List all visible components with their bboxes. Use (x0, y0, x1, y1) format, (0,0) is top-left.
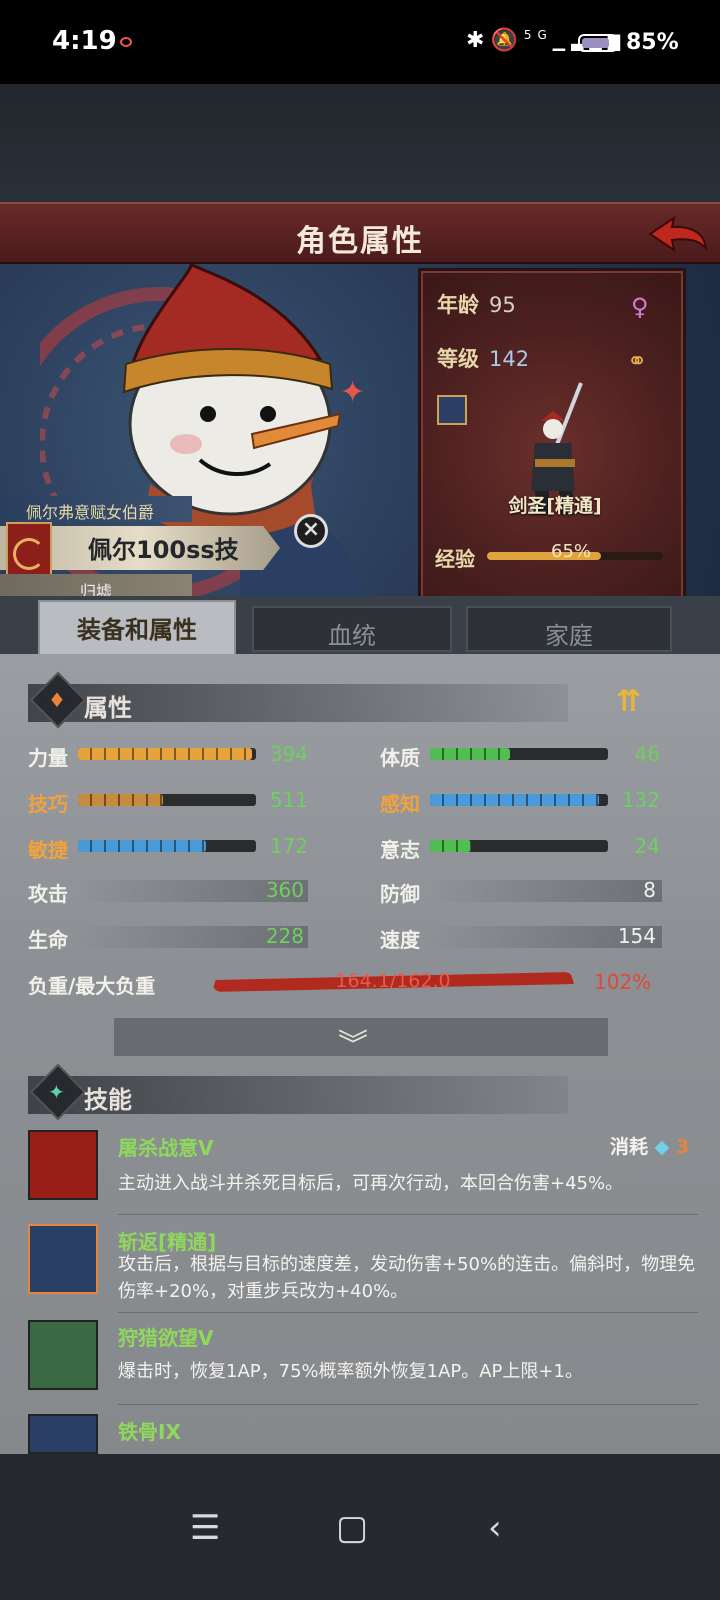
stat-bar (430, 748, 608, 760)
stat-label: 速度 (380, 928, 420, 952)
skill-name[interactable]: 铁骨IX (118, 1416, 181, 1445)
stat-value: 511 (269, 788, 308, 812)
skill-icon-ironbone[interactable] (28, 1414, 98, 1454)
divider (118, 1404, 698, 1405)
stat-value: 172 (269, 834, 308, 858)
stat-label: 体质 (380, 746, 420, 770)
stat-label: 攻击 (28, 882, 68, 906)
stat-value: 132 (621, 788, 660, 812)
stat-value: 394 (269, 742, 308, 766)
level-row: 等级 142 (437, 343, 529, 373)
divider (118, 1312, 698, 1313)
notification-icon (120, 37, 132, 47)
female-icon: ♀ (631, 293, 649, 321)
stat-bar (78, 748, 256, 760)
stat-bar-fill (78, 840, 207, 852)
skill-desc: 爆击时，恢复1AP，75%概率额外恢复1AP。AP上限+1。 (118, 1361, 583, 1382)
network-label: 5G (523, 28, 553, 42)
sword-skill-icon[interactable] (437, 395, 467, 425)
clock: 4:19 (52, 26, 117, 56)
skill-desc: 主动进入战斗并杀死目标后，可再次行动，本回合伤害+45%。 (118, 1173, 624, 1194)
mute-icon: 🔕 (490, 28, 524, 53)
stat-bar-fill (430, 840, 471, 852)
age-label: 年龄 (437, 293, 479, 317)
exp-label: 经验 (435, 547, 475, 571)
stat-bar (430, 794, 608, 806)
stat-bar-fill (78, 794, 164, 806)
character-name[interactable]: 佩尔100ss技 (88, 530, 239, 565)
stat-value: 360 (265, 878, 304, 902)
battery-fill (582, 38, 610, 48)
svg-text:✦: ✦ (340, 375, 365, 410)
back-arrow-icon[interactable] (646, 214, 708, 256)
status-bar: 4:19 ✱🔕5G▁▃▅▇ 85% (0, 0, 720, 84)
level-label: 等级 (437, 347, 479, 371)
cost-label: 消耗 (610, 1136, 649, 1158)
stat-bar-fill (430, 794, 600, 806)
attributes-header: ♦ 属性 (28, 671, 568, 729)
stat-label: 技巧 (28, 792, 68, 816)
stat-label: 意志 (380, 838, 420, 862)
stat-value: 154 (617, 924, 656, 948)
skills-title: 技能 (84, 1086, 132, 1114)
battery-icon (578, 34, 618, 52)
ring-icon[interactable]: ⚭ (627, 347, 647, 375)
stat-label: 敏捷 (28, 838, 68, 862)
stat-bar-fill (78, 748, 253, 760)
skill-icon-counter[interactable] (28, 1224, 98, 1294)
stat-value: 8 (643, 878, 656, 902)
upgrade-icon[interactable]: ⇈ (616, 684, 676, 724)
phoenix-icon (13, 538, 45, 570)
age-value: 95 (489, 293, 516, 317)
skill-icon-slaughter[interactable] (28, 1130, 98, 1200)
level-value: 142 (489, 347, 530, 371)
stat-bar (78, 840, 256, 852)
stat-label: 力量 (28, 746, 68, 770)
stat-value: 24 (634, 834, 660, 858)
info-card: 年龄 95 ♀ 等级 142 ⚭ 剑圣[精通] 经验 65% (418, 268, 686, 608)
flame-icon: ♦ (48, 688, 66, 712)
exp-percent: 65% (551, 541, 592, 562)
stat-value: 46 (634, 742, 660, 766)
skill-desc: 攻击后，根据与目标的速度差，发动伤害+50%的连击。偏斜时，物理免伤率+20%，… (118, 1254, 696, 1302)
attributes-title: 属性 (84, 694, 132, 722)
stat-value: 228 (265, 924, 304, 948)
tab-family[interactable]: 家庭 (466, 606, 672, 652)
weight-percent: 102% (594, 970, 652, 994)
gem-icon: ◆ (654, 1136, 670, 1158)
tab-equipment[interactable]: 装备和属性 (38, 600, 236, 656)
home-icon[interactable]: ▢ (336, 1508, 368, 1548)
weight-value: 164.1/162.0 (335, 970, 451, 992)
battery-percent: 85% (626, 30, 679, 55)
tab-bloodline[interactable]: 血统 (252, 606, 452, 652)
character-title: 佩尔弗意赋女伯爵 (0, 496, 192, 522)
skill-icon-hunting[interactable] (28, 1320, 98, 1390)
age-row: 年龄 95 (437, 289, 516, 319)
stat-label: 生命 (28, 928, 68, 952)
top-backdrop (0, 84, 720, 202)
stat-label: 感知 (380, 792, 420, 816)
skill-name[interactable]: 狩猎欲望V (118, 1322, 213, 1351)
star-icon: ✦ (48, 1080, 65, 1104)
cost-value: 3 (675, 1136, 690, 1158)
divider (118, 1214, 698, 1215)
chevron-down-icon[interactable]: ︾ (338, 1020, 368, 1064)
stat-label: 防御 (380, 882, 420, 906)
stat-bar (430, 840, 608, 852)
menu-icon[interactable]: ☰ (190, 1508, 220, 1548)
stat-bar-fill (430, 748, 511, 760)
skills-header: ✦ 技能 (28, 1063, 568, 1121)
title-bar: 角色属性 (0, 202, 720, 264)
weight-label: 负重/最大负重 (28, 974, 156, 998)
stat-bar (78, 794, 256, 806)
close-icon[interactable]: × (294, 514, 328, 548)
skill-name[interactable]: 屠杀战意V (118, 1132, 213, 1161)
class-name: 剑圣[精通] (508, 495, 602, 517)
back-icon[interactable]: ‹ (488, 1508, 502, 1548)
page-title: 角色属性 (296, 224, 424, 259)
skill-cost: 消耗 ◆ 3 (610, 1132, 689, 1159)
bluetooth-icon: ✱ (466, 28, 491, 53)
